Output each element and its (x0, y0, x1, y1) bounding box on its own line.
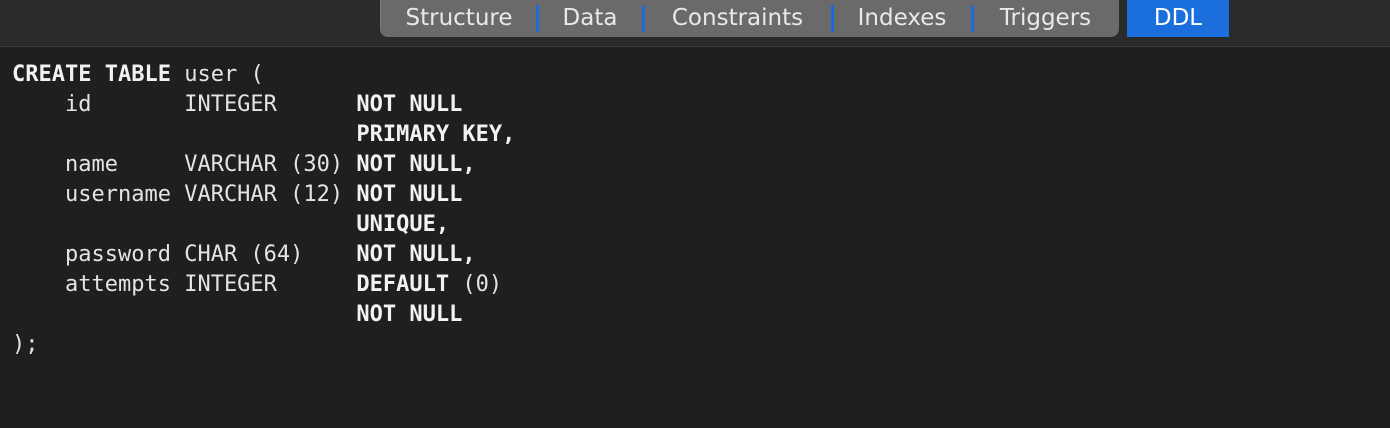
tab-constraints[interactable]: Constraints (643, 0, 834, 37)
column-type: CHAR (64) (184, 242, 304, 267)
tab-separator (971, 5, 974, 32)
tab-separator (831, 5, 834, 32)
column-constraint: NOT NULL (356, 302, 463, 327)
create-table-keyword: CREATE TABLE (12, 62, 171, 87)
tab-separator (536, 5, 539, 32)
column-name: id (64, 92, 92, 117)
column-constraint: NOT NULL (356, 182, 463, 207)
default-value: (0) (449, 272, 503, 297)
ddl-code: CREATE TABLE user ( id INTEGER NOT NULL … (12, 60, 515, 360)
column-name: password (64, 242, 171, 267)
tab-bar: Structure Data Constraints Indexes Trigg… (0, 0, 1390, 46)
table-name: user (184, 62, 238, 87)
tab-indexes[interactable]: Indexes (832, 0, 974, 37)
column-constraint: NOT NULL, (356, 152, 476, 177)
tab-group: Structure Data Constraints Indexes Trigg… (380, 0, 1229, 37)
tab-constraints-label: Constraints (671, 5, 804, 31)
column-name: name (64, 152, 118, 177)
tab-structure[interactable]: Structure (380, 0, 539, 37)
column-constraint: NOT NULL, (356, 242, 476, 267)
ddl-editor[interactable]: CREATE TABLE user ( id INTEGER NOT NULL … (0, 46, 1390, 428)
column-name: username (64, 182, 171, 207)
close-statement: ); (12, 332, 39, 357)
column-constraint: NOT NULL (356, 92, 463, 117)
open-paren: ( (250, 62, 264, 87)
tab-structure-label: Structure (405, 5, 513, 31)
column-type: VARCHAR (12) (184, 182, 344, 207)
tab-ddl-label: DDL (1153, 5, 1203, 31)
tab-indexes-label: Indexes (857, 5, 947, 31)
column-type: VARCHAR (30) (184, 152, 344, 177)
column-constraint: UNIQUE, (356, 212, 450, 237)
tab-data[interactable]: Data (537, 0, 645, 37)
column-constraint: DEFAULT (356, 272, 450, 297)
column-name: attempts (64, 272, 171, 297)
tab-triggers-label: Triggers (999, 5, 1092, 31)
column-type: INTEGER (184, 272, 277, 297)
tab-triggers[interactable]: Triggers (972, 0, 1119, 37)
column-constraint: PRIMARY KEY, (356, 122, 516, 147)
column-type: INTEGER (184, 92, 277, 117)
tab-separator (642, 5, 645, 32)
tab-ddl[interactable]: DDL (1127, 0, 1229, 37)
tab-data-label: Data (562, 5, 618, 31)
